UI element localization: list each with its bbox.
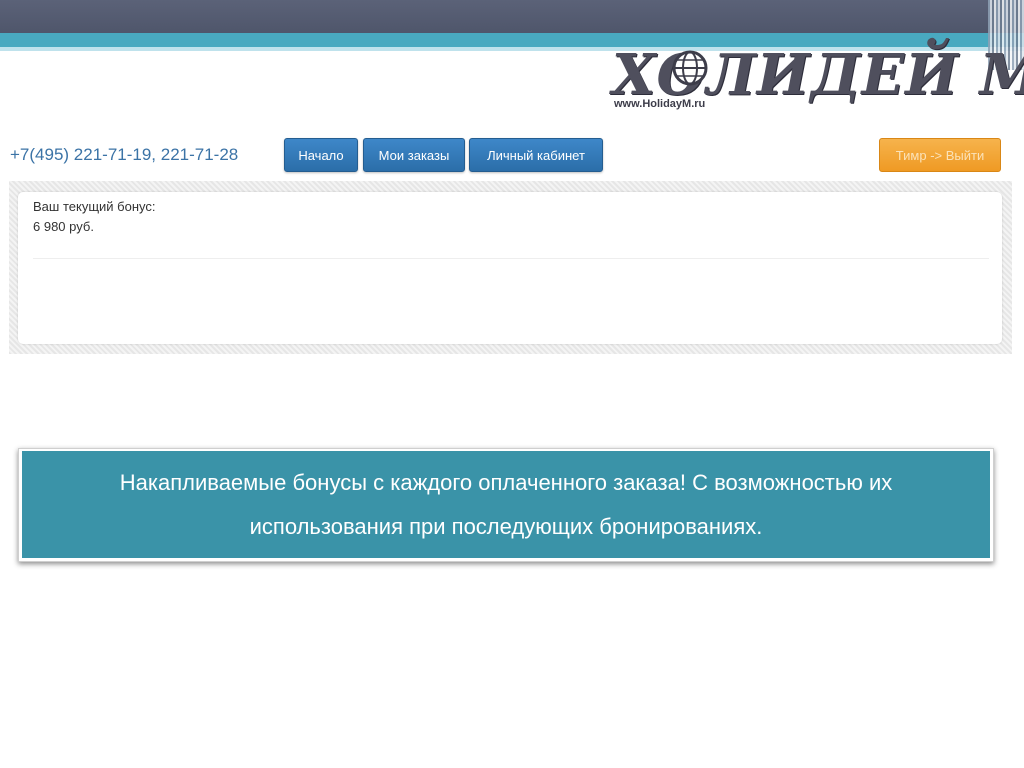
- slide-top-bar: [0, 0, 1024, 33]
- caption-box: Накапливаемые бонусы с каждого оплаченно…: [22, 451, 990, 558]
- logout-button[interactable]: Тимр -> Выйти: [879, 138, 1001, 172]
- company-logo: ХОЛИДЕЙ М www.HolidayM.ru: [610, 42, 1024, 114]
- logo-url: www.HolidayM.ru: [614, 98, 706, 110]
- caption-text: Накапливаемые бонусы с каждого оплаченно…: [119, 469, 893, 539]
- panel-divider: [33, 258, 989, 259]
- nav-home-button[interactable]: Начало: [284, 138, 358, 172]
- nav-my-orders-button[interactable]: Мои заказы: [363, 138, 465, 172]
- nav-personal-cabinet-button[interactable]: Личный кабинет: [469, 138, 603, 172]
- contact-phone: +7(495) 221-71-19, 221-71-28: [10, 145, 239, 164]
- bonus-panel: [18, 192, 1002, 344]
- globe-icon: [672, 50, 708, 86]
- bonus-label: Ваш текущий бонус:: [33, 199, 156, 214]
- bonus-value: 6 980 руб.: [33, 219, 94, 234]
